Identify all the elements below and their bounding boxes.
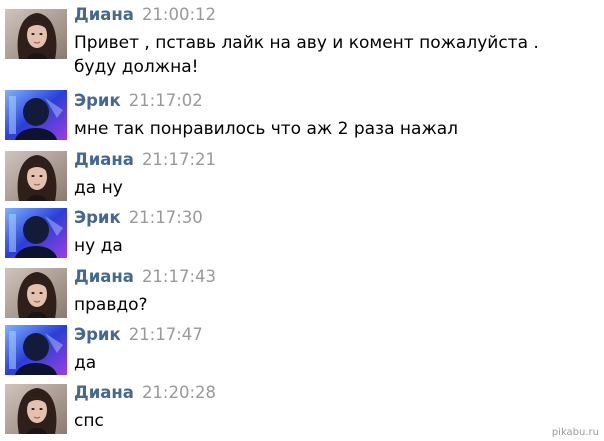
message-time: 21:17:47 [128, 325, 203, 344]
message-time: 21:20:28 [141, 383, 217, 402]
watermark: pikabu.ru [551, 427, 599, 438]
message-time: 21:17:21 [141, 150, 217, 169]
message-header: Диана 21:20:28 [74, 382, 216, 404]
message-time: 21:17:30 [128, 208, 203, 227]
message-time: 21:17:02 [128, 91, 203, 110]
message-header: Эрик 21:17:47 [74, 324, 203, 346]
author-name[interactable]: Диана [74, 5, 134, 24]
author-name[interactable]: Эрик [74, 208, 121, 227]
message-header: Диана 21:17:43 [74, 266, 216, 288]
message-header: Диана 21:00:12 [74, 4, 216, 26]
diana-avatar[interactable] [5, 268, 67, 318]
message-time: 21:00:12 [141, 5, 217, 24]
author-name[interactable]: Диана [74, 150, 134, 169]
message-text: ну да [74, 236, 123, 256]
diana-avatar[interactable] [5, 9, 67, 59]
message-text: правдо? [74, 295, 148, 315]
diana-avatar[interactable] [5, 151, 67, 201]
author-name[interactable]: Эрик [74, 91, 121, 110]
erik-avatar[interactable] [5, 325, 67, 375]
message-text: спс [74, 411, 104, 431]
message-text: мне так понравилось что аж 2 раза нажал [74, 119, 459, 139]
message-header: Эрик 21:17:02 [74, 90, 203, 112]
message-text: да ну [74, 178, 123, 198]
erik-avatar[interactable] [5, 90, 67, 140]
message-header: Эрик 21:17:30 [74, 207, 203, 229]
author-name[interactable]: Эрик [74, 325, 121, 344]
author-name[interactable]: Диана [74, 267, 134, 286]
diana-avatar[interactable] [5, 384, 67, 434]
erik-avatar[interactable] [5, 208, 67, 258]
message-text: Привет , пставь лайк на аву и комент пож… [74, 33, 539, 77]
author-name[interactable]: Диана [74, 383, 134, 402]
chat-history: Диана 21:00:12 Привет , пставь лайк на ав… [0, 0, 604, 441]
message-text: да [74, 353, 97, 373]
message-header: Диана 21:17:21 [74, 149, 216, 171]
message-time: 21:17:43 [141, 267, 217, 286]
